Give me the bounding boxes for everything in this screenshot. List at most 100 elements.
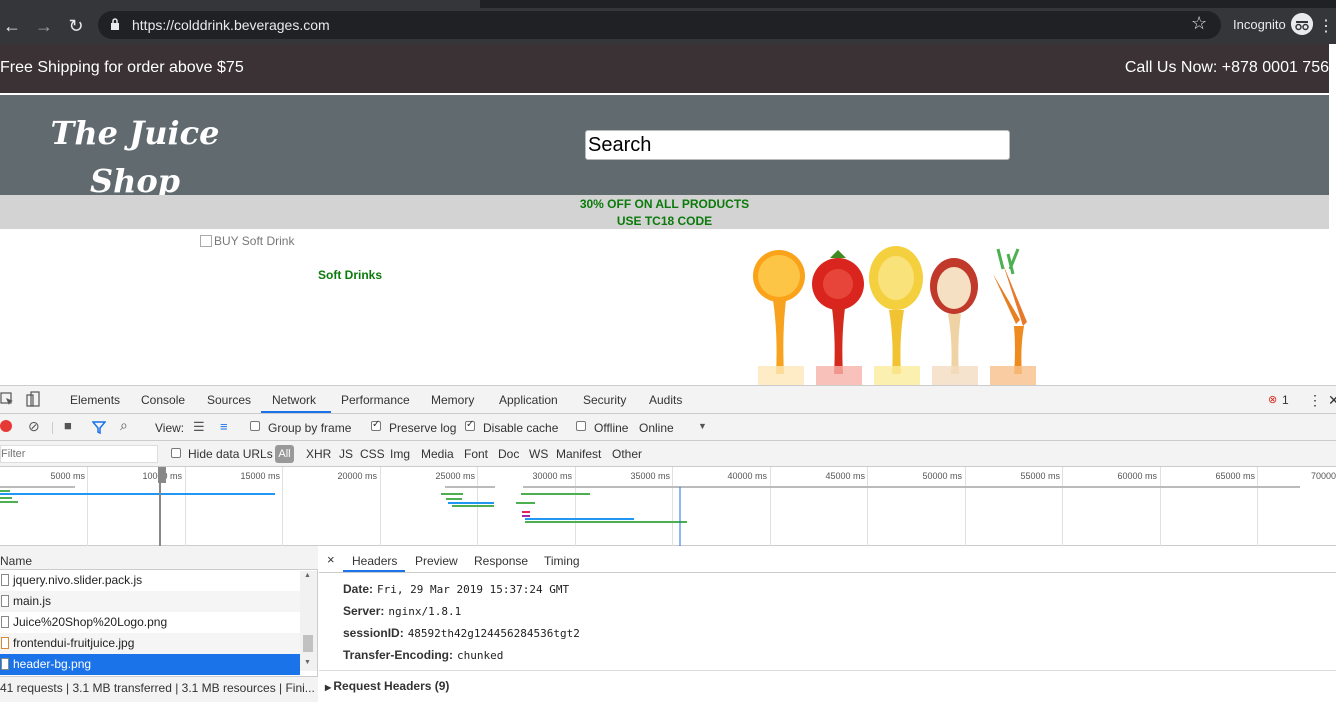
offline-label[interactable]: Offline: [594, 421, 628, 435]
large-rows-icon[interactable]: ☰: [193, 419, 205, 435]
shipping-text: Free Shipping for order above $75: [0, 59, 244, 76]
throttling-dropdown-icon[interactable]: ▼: [698, 421, 707, 431]
request-row[interactable]: main.js: [0, 591, 300, 612]
tab-performance[interactable]: Performance: [341, 393, 410, 407]
tab-application[interactable]: Application: [499, 393, 558, 407]
filter-type-js[interactable]: JS: [339, 447, 353, 461]
reload-icon[interactable]: ↻: [66, 16, 86, 36]
error-icon[interactable]: ⊗: [1268, 393, 1277, 406]
disable-cache-label[interactable]: Disable cache: [483, 421, 558, 435]
search-icon[interactable]: ⌕: [120, 417, 128, 434]
incognito-icon[interactable]: [1291, 13, 1313, 35]
hide-data-urls-checkbox[interactable]: [171, 448, 181, 458]
preserve-log-checkbox[interactable]: [371, 419, 381, 431]
tab-security[interactable]: Security: [583, 393, 626, 407]
filter-type-other[interactable]: Other: [612, 447, 642, 461]
error-count[interactable]: 1: [1282, 393, 1289, 407]
filter-type-doc[interactable]: Doc: [498, 447, 519, 461]
request-row[interactable]: Juice%20Shop%20Logo.png: [0, 612, 300, 633]
filter-type-xhr[interactable]: XHR: [306, 447, 331, 461]
view-label: View:: [155, 421, 185, 435]
active-tab[interactable]: [0, 0, 480, 8]
tab-sources[interactable]: Sources: [207, 393, 251, 407]
throttling-select[interactable]: Online: [639, 421, 674, 435]
filter-type-all[interactable]: All: [275, 445, 294, 463]
tab-audits[interactable]: Audits: [649, 393, 682, 407]
back-icon[interactable]: ←: [2, 16, 22, 36]
header-row: Transfer-Encoding: chunked: [343, 648, 503, 662]
tab-headers[interactable]: Headers: [352, 554, 397, 568]
filter-input[interactable]: [0, 445, 158, 463]
tab-timing[interactable]: Timing: [544, 554, 580, 568]
bookmark-star-icon[interactable]: ☆: [1191, 13, 1207, 34]
hide-data-urls-label[interactable]: Hide data URLs: [188, 447, 273, 461]
tab-memory[interactable]: Memory: [431, 393, 474, 407]
devtools-panel: Elements Console Sources Network Perform…: [0, 385, 1336, 702]
tab-response[interactable]: Response: [474, 554, 528, 568]
group-by-frame-checkbox[interactable]: [250, 421, 260, 431]
record-icon[interactable]: [0, 420, 12, 432]
screenshot-camera-icon[interactable]: ■: [64, 418, 72, 433]
browser-toolbar: ← → ↻ https://colddrink.beverages.com ☆ …: [0, 8, 1336, 44]
tab-preview[interactable]: Preview: [415, 554, 458, 568]
filter-type-manifest[interactable]: Manifest: [556, 447, 601, 461]
inspect-element-icon[interactable]: [0, 392, 14, 406]
tab-console[interactable]: Console: [141, 393, 185, 407]
call-text: Call Us Now: +878 0001 756: [1124, 59, 1329, 76]
page-scrollbar[interactable]: [1329, 44, 1336, 385]
buy-soft-drink-image[interactable]: BUY Soft Drink: [200, 234, 294, 248]
header-row: Server: nginx/1.8.1: [343, 604, 461, 618]
clear-icon[interactable]: ⊘: [28, 418, 40, 435]
name-column-label: Name: [0, 554, 33, 568]
waterfall-icon[interactable]: ≡: [220, 419, 228, 434]
request-name: header-bg.png: [13, 657, 92, 671]
soft-drinks-link[interactable]: Soft Drinks: [318, 268, 382, 282]
scroll-up-icon[interactable]: ▲: [304, 572, 311, 579]
request-headers-section[interactable]: ▶ Request Headers (9): [319, 670, 1336, 698]
promo-line-2: USE TC18 CODE: [616, 214, 713, 228]
url-text[interactable]: https://colddrink.beverages.com: [132, 17, 330, 33]
filter-type-font[interactable]: Font: [464, 447, 488, 461]
header-value: chunked: [457, 649, 504, 662]
filter-type-css[interactable]: CSS: [360, 447, 385, 461]
device-toolbar-icon[interactable]: [26, 391, 40, 407]
header-key: Transfer-Encoding:: [343, 648, 454, 662]
filter-type-img[interactable]: Img: [390, 447, 410, 461]
tab-elements[interactable]: Elements: [70, 393, 120, 407]
search-input[interactable]: [585, 130, 1010, 160]
request-row-selected[interactable]: header-bg.png: [0, 654, 300, 675]
devtools-menu-icon[interactable]: ⋮: [1308, 392, 1322, 409]
detail-tab-indicator: [343, 570, 405, 572]
request-row[interactable]: jquery.nivo.slider.pack.js: [0, 570, 300, 591]
top-bar: Free Shipping for order above $75 Call U…: [0, 44, 1329, 93]
devtools-close-icon[interactable]: ✕: [1328, 392, 1336, 409]
filter-icon[interactable]: [92, 421, 106, 434]
header-value: nginx/1.8.1: [388, 605, 462, 618]
request-name: Juice%20Shop%20Logo.png: [13, 615, 168, 629]
scrollbar-thumb[interactable]: [303, 635, 313, 652]
network-overview-timeline[interactable]: 5000 ms 10000 ms 15000 ms 20000 ms 25000…: [0, 467, 1336, 546]
browser-menu-icon[interactable]: ⋮: [1318, 16, 1334, 36]
close-detail-icon[interactable]: ×: [327, 552, 335, 567]
disable-cache-checkbox[interactable]: [465, 419, 475, 431]
forward-icon[interactable]: →: [34, 16, 54, 36]
promo-line-1: 30% OFF ON ALL PRODUCTS: [579, 197, 750, 211]
image-file-icon: [1, 637, 9, 649]
request-headers-label: Request Headers (9): [333, 679, 450, 693]
group-by-frame-label[interactable]: Group by frame: [268, 421, 351, 435]
address-bar[interactable]: https://colddrink.beverages.com ☆: [98, 11, 1221, 39]
request-row[interactable]: frontendui-fruitjuice.jpg: [0, 633, 300, 654]
filter-type-ws[interactable]: WS: [529, 447, 548, 461]
timeline-bars: [0, 467, 1300, 546]
name-column-header[interactable]: Name: [0, 546, 318, 570]
header-key: Date:: [343, 582, 374, 596]
filter-type-media[interactable]: Media: [421, 447, 454, 461]
site-logo[interactable]: The Juice Shop: [40, 109, 230, 205]
scroll-down-icon[interactable]: ▼: [304, 659, 311, 666]
tab-strip: [0, 0, 1336, 8]
tab-network[interactable]: Network: [272, 393, 316, 407]
offline-checkbox[interactable]: [576, 421, 586, 431]
preserve-log-label[interactable]: Preserve log: [389, 421, 456, 435]
request-list-scrollbar[interactable]: ▲ ▼: [300, 571, 317, 671]
network-summary: 41 requests | 3.1 MB transferred | 3.1 M…: [0, 676, 318, 702]
